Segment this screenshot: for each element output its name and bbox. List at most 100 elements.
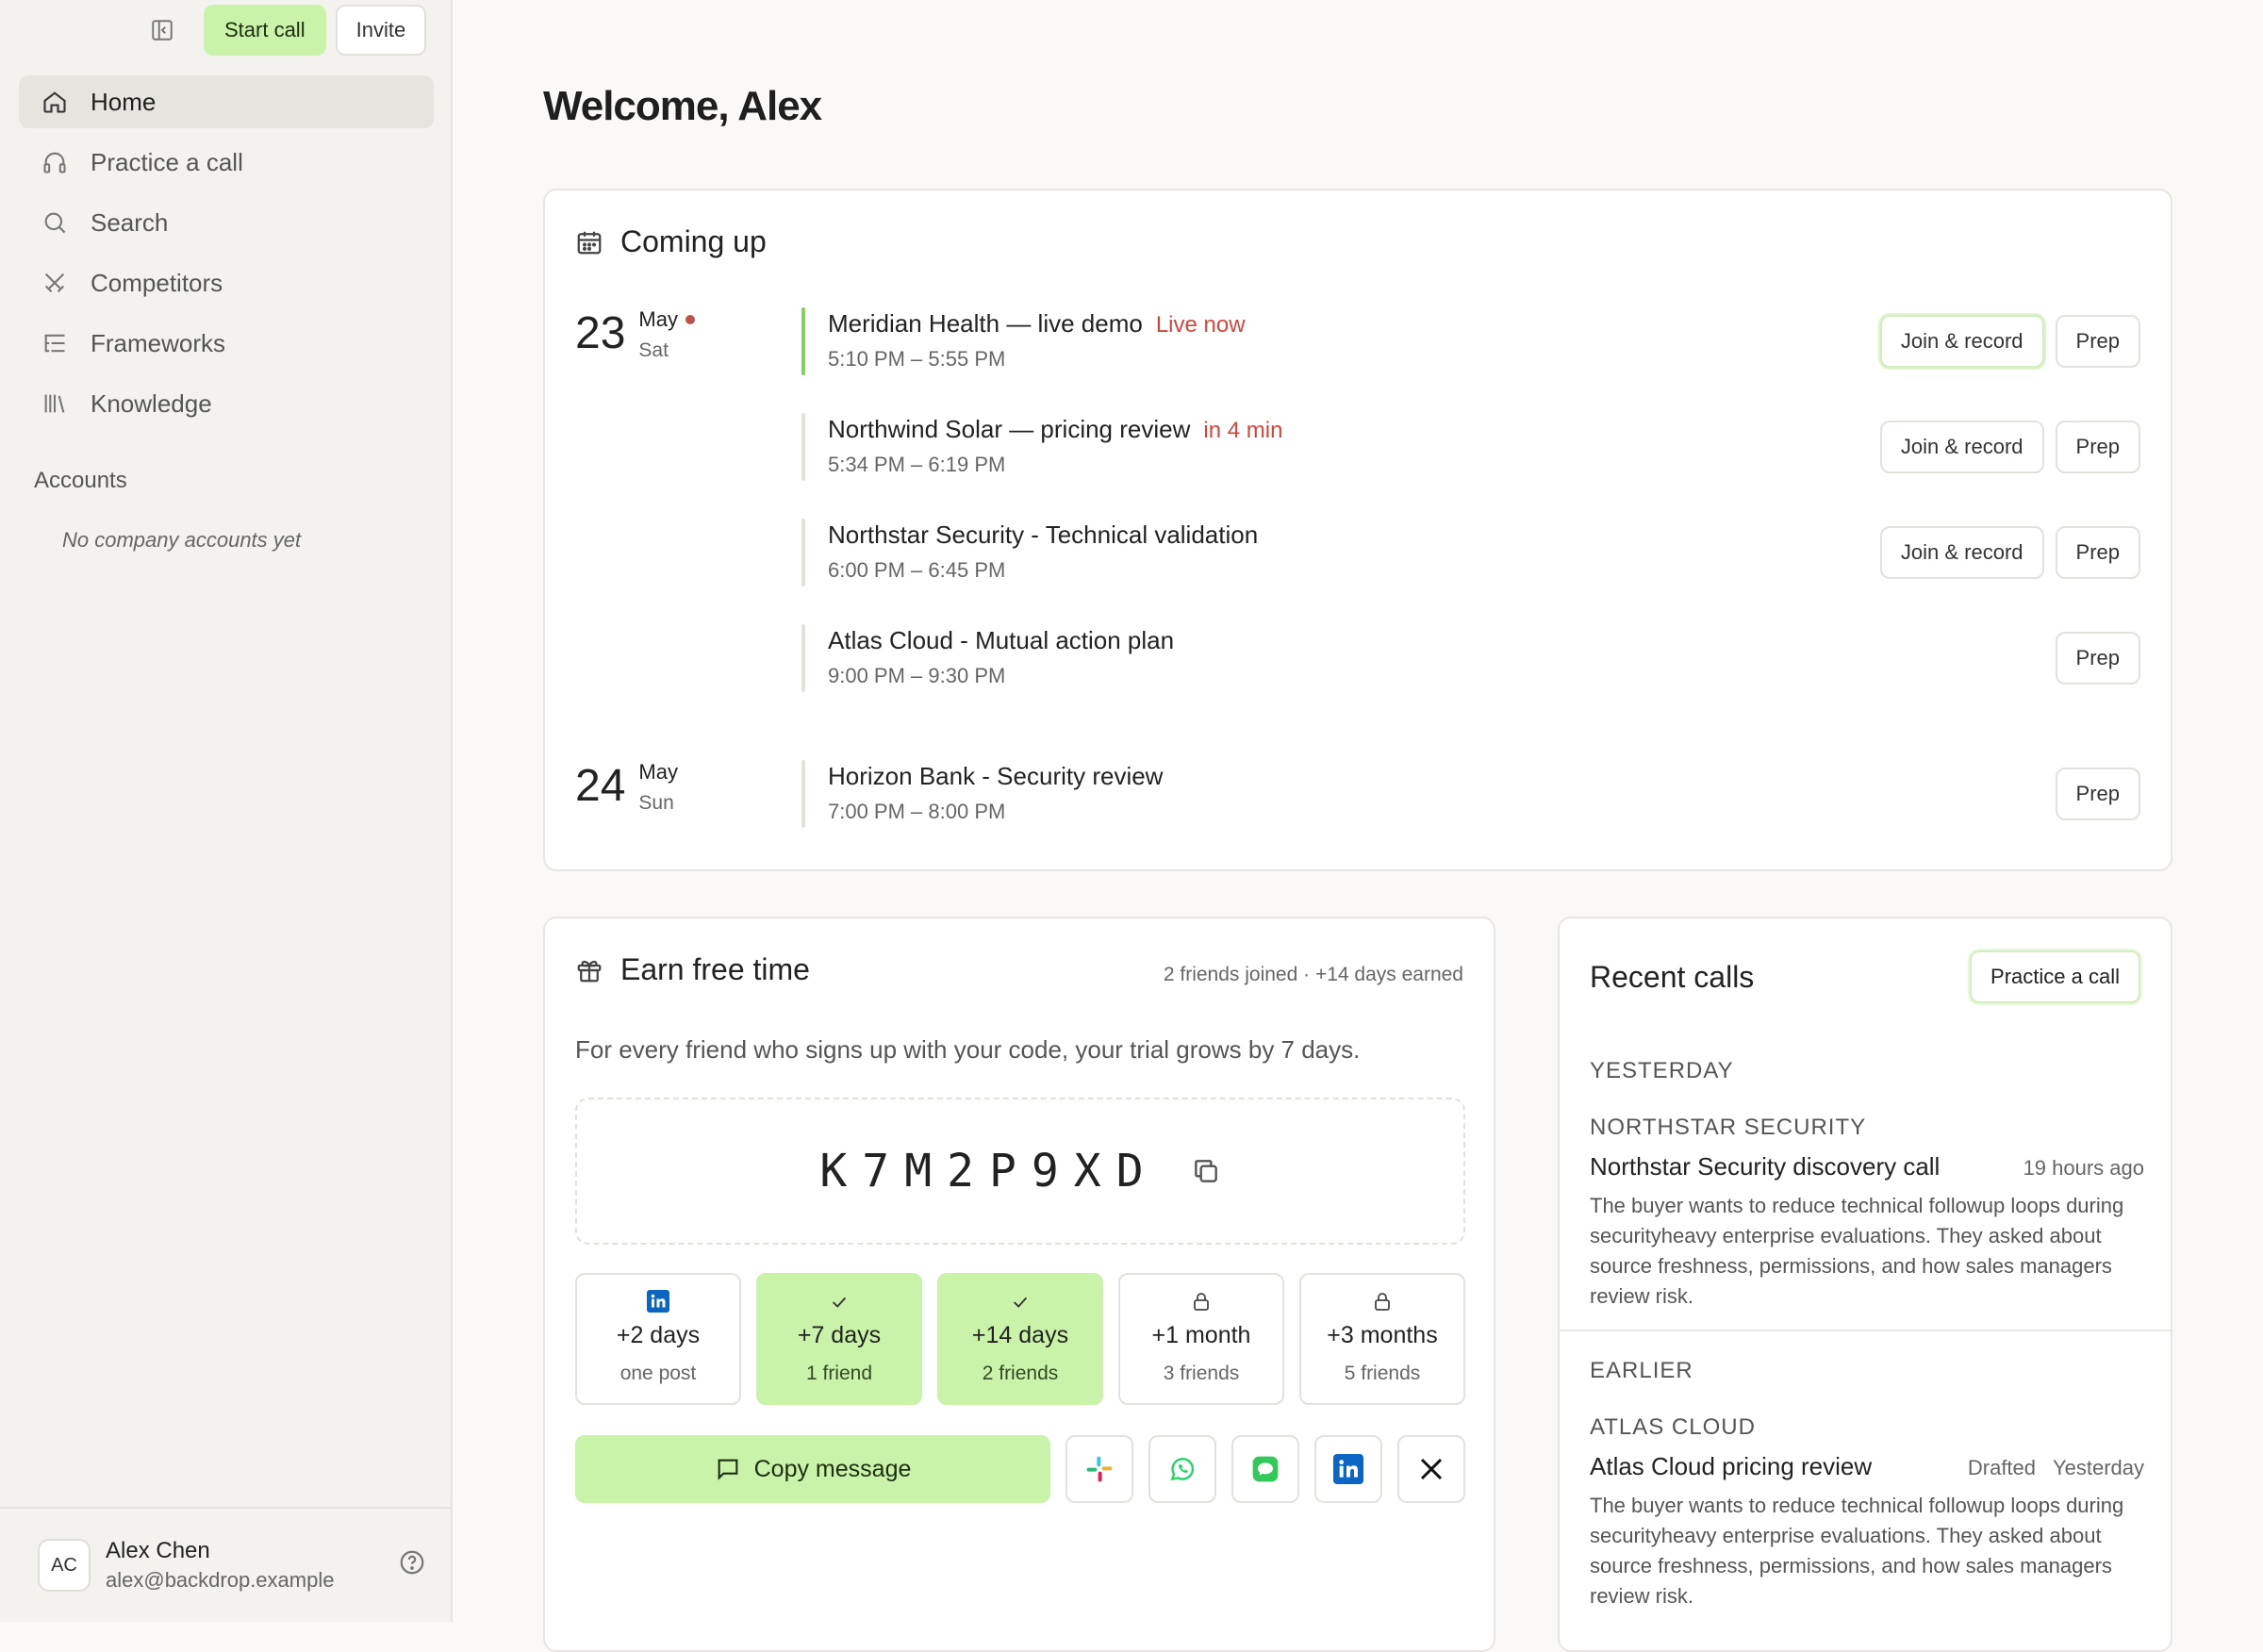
earn-title: Earn free time	[620, 952, 810, 986]
join-record-button[interactable]: Join & record	[1879, 526, 2044, 579]
recent-call-item[interactable]: ATLAS CLOUD Atlas Cloud pricing review D…	[1590, 1414, 2144, 1611]
share-messages-button[interactable]	[1231, 1435, 1299, 1503]
event-time: 9:00 PM – 9:30 PM	[828, 664, 1006, 687]
invite-button[interactable]: Invite	[335, 5, 427, 56]
start-call-button[interactable]: Start call	[204, 5, 326, 56]
reward-requirement: 2 friends	[982, 1363, 1059, 1384]
recent-call-item[interactable]: NORTHSTAR SECURITY Northstar Security di…	[1590, 1115, 2144, 1312]
event-actions: Prep	[2055, 632, 2140, 685]
prep-button[interactable]: Prep	[2055, 632, 2140, 685]
recent-group-label: YESTERDAY	[1590, 1058, 1734, 1083]
copy-message-button[interactable]: Copy message	[575, 1435, 1050, 1503]
recent-calls-title: Recent calls	[1590, 960, 1755, 994]
day-month: May	[638, 307, 695, 332]
call-summary: The buyer wants to reduce technical foll…	[1590, 1494, 2124, 1608]
referral-code[interactable]: K7M2P9XD	[819, 1145, 1158, 1198]
sidebar-item-label: Frameworks	[91, 328, 226, 357]
event-row[interactable]: Northstar Security - Technical validatio…	[801, 519, 2140, 594]
prep-button[interactable]: Prep	[2055, 421, 2140, 473]
prep-button[interactable]: Prep	[2055, 768, 2140, 820]
user-info: Alex Chen alex@backdrop.example	[106, 1538, 334, 1593]
sidebar-item-home[interactable]: Home	[19, 75, 434, 128]
call-timestamp: Drafted Yesterday	[1967, 1456, 2144, 1479]
event-title: Northstar Security - Technical validatio…	[828, 520, 1259, 549]
event-row[interactable]: Horizon Bank - Security review 7:00 PM –…	[801, 760, 2140, 835]
coming-up-card: Coming up 23 May Sat Meridian Health — l…	[543, 189, 2172, 871]
event-time: 6:00 PM – 6:45 PM	[828, 558, 1006, 582]
call-row: Northstar Security discovery call 19 hou…	[1590, 1152, 2144, 1181]
event-status: Live now	[1155, 312, 1246, 338]
earn-header: Earn free time	[575, 952, 810, 987]
share-slack-button[interactable]	[1065, 1435, 1133, 1503]
recent-group-label: EARLIER	[1590, 1358, 1693, 1383]
user-profile[interactable]: AC Alex Chen alex@backdrop.example	[0, 1507, 451, 1622]
library-icon	[40, 388, 70, 419]
sidebar-item-label: Search	[91, 207, 169, 237]
event-row[interactable]: Northwind Solar — pricing review in 4 min…	[801, 413, 2140, 488]
day-number: 24	[575, 761, 626, 811]
event-indicator	[801, 624, 805, 692]
event-indicator	[801, 413, 805, 481]
event-title: Horizon Bank - Security review	[828, 762, 1164, 790]
event-row[interactable]: Atlas Cloud - Mutual action plan 9:00 PM…	[801, 624, 2140, 700]
sidebar-item-knowledge[interactable]: Knowledge	[19, 377, 434, 430]
join-record-button[interactable]: Join & record	[1879, 315, 2044, 368]
avatar: AC	[38, 1539, 91, 1592]
sidebar-item-competitors[interactable]: Competitors	[19, 256, 434, 309]
event-indicator	[801, 519, 805, 586]
sidebar-item-practice[interactable]: Practice a call	[19, 136, 434, 189]
day-weekday: Sat	[638, 339, 669, 361]
event-time: 7:00 PM – 8:00 PM	[828, 800, 1006, 823]
help-icon[interactable]	[398, 1548, 426, 1581]
call-account: NORTHSTAR SECURITY	[1590, 1115, 1867, 1140]
event-title-text: Meridian Health — live demo	[828, 309, 1143, 338]
copy-message-label: Copy message	[753, 1455, 912, 1482]
event-title: Northwind Solar — pricing review in 4 min	[828, 415, 1282, 444]
headphones-icon	[40, 147, 70, 177]
reward-requirement: one post	[619, 1363, 697, 1384]
prep-button[interactable]: Prep	[2055, 315, 2140, 368]
day-weekday: Sun	[638, 792, 674, 814]
recent-calls-card: Recent calls Practice a call YESTERDAY N…	[1558, 917, 2172, 1652]
reward-tier: +7 days 1 friend	[756, 1273, 922, 1405]
sidebar: Start call Invite Home Practice a call S…	[0, 0, 453, 1622]
lock-icon	[1120, 1275, 1282, 1313]
whatsapp-icon	[1167, 1454, 1198, 1484]
day-group-header: 23 May Sat	[575, 307, 695, 362]
share-x-button[interactable]	[1397, 1435, 1465, 1503]
event-status: in 4 min	[1203, 418, 1283, 443]
home-icon	[40, 87, 70, 117]
event-actions: Join & record Prep	[1879, 315, 2140, 368]
slack-icon	[1084, 1454, 1115, 1484]
day-month-label: May	[638, 307, 678, 331]
prep-button[interactable]: Prep	[2055, 526, 2140, 579]
x-logo-icon	[1417, 1455, 1445, 1483]
share-whatsapp-button[interactable]	[1148, 1435, 1216, 1503]
linkedin-icon	[1333, 1454, 1363, 1484]
accounts-empty-state: No company accounts yet	[62, 528, 302, 552]
event-row[interactable]: Meridian Health — live demo Live now 5:10…	[801, 307, 2140, 383]
call-title: Atlas Cloud pricing review	[1590, 1452, 1873, 1480]
share-linkedin-button[interactable]	[1314, 1435, 1382, 1503]
practice-call-button[interactable]: Practice a call	[1970, 950, 2140, 1003]
reward-value: +3 months	[1327, 1322, 1438, 1348]
message-square-icon	[715, 1456, 741, 1482]
call-title: Northstar Security discovery call	[1590, 1152, 1941, 1181]
copy-icon[interactable]	[1191, 1156, 1221, 1186]
crossed-swords-icon	[40, 268, 70, 298]
sidebar-item-label: Knowledge	[91, 388, 212, 418]
gift-icon	[575, 956, 603, 984]
calendar-icon	[575, 228, 603, 256]
sidebar-collapse-icon[interactable]	[141, 9, 183, 51]
reward-value: +14 days	[971, 1322, 1069, 1348]
event-time: 5:10 PM – 5:55 PM	[828, 347, 1006, 371]
join-record-button[interactable]: Join & record	[1879, 421, 2044, 473]
sidebar-item-frameworks[interactable]: Frameworks	[19, 317, 434, 370]
reward-tier: +14 days 2 friends	[937, 1273, 1103, 1405]
user-email: alex@backdrop.example	[106, 1568, 335, 1592]
event-title: Meridian Health — live demo Live now	[828, 309, 1246, 339]
sidebar-item-search[interactable]: Search	[19, 196, 434, 249]
page-title: Welcome, Alex	[543, 83, 822, 129]
share-row: Copy message	[575, 1435, 1465, 1503]
user-name: Alex Chen	[106, 1538, 210, 1563]
